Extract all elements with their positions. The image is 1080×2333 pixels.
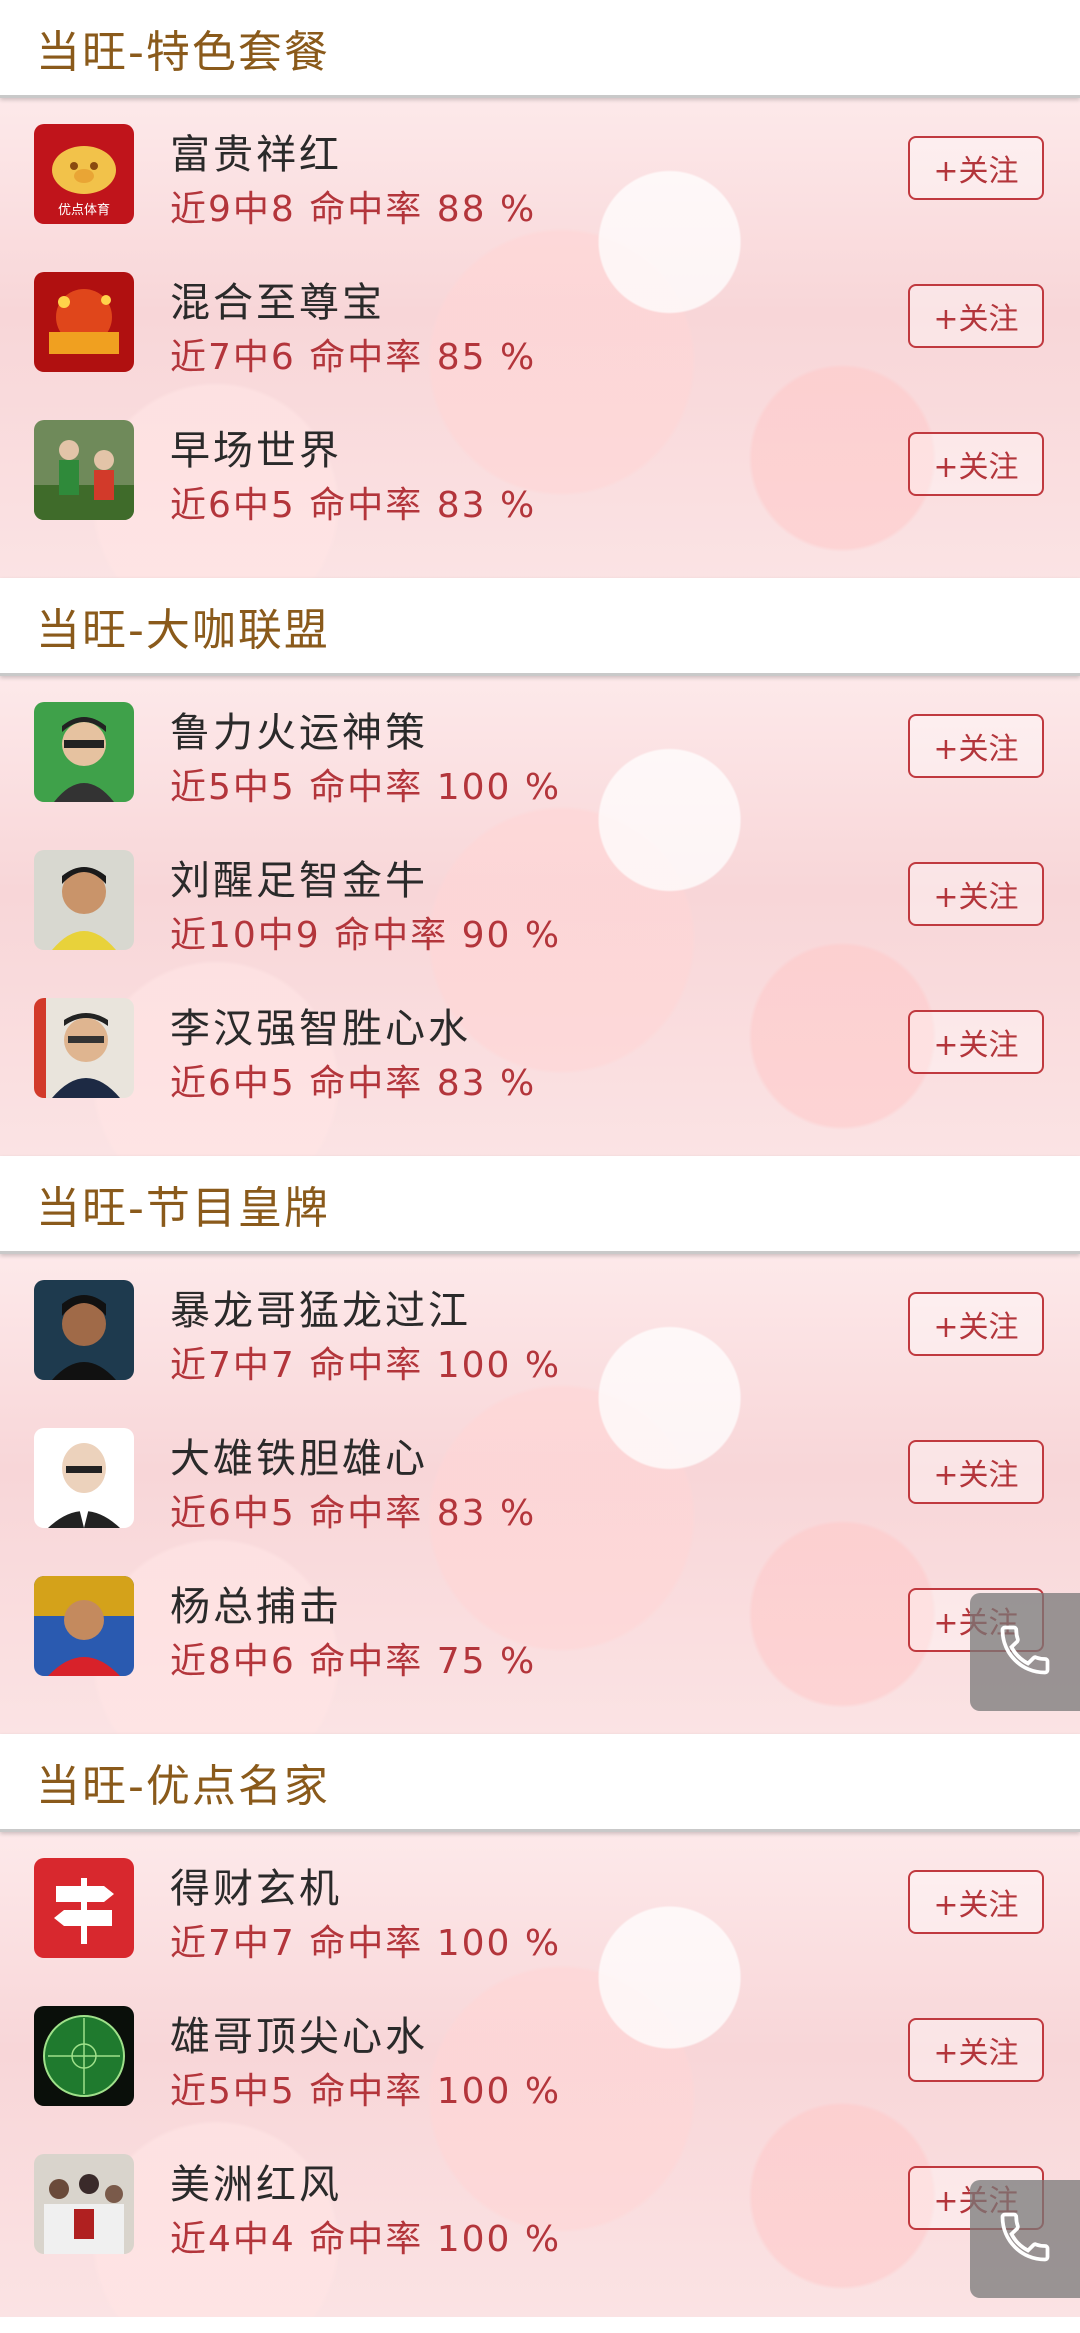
section-list: 得财玄机 近7中7 命中率 100 % +关注 雄哥顶尖心水 近5中5 命中率 … [0,1832,1080,2317]
list-item[interactable]: 混合至尊宝 近7中6 命中率 85 % +关注 [0,246,1080,394]
hit-rate: 近10中9 命中率 90 % [170,915,562,956]
hit-rate: 近7中7 命中率 100 % [170,1923,562,1964]
expert-name: 混合至尊宝 [170,280,385,326]
section-featured: 当旺-特色套餐 优点体育 富贵祥红 近9中8 命中率 88 % +关注 混合至尊… [0,0,1080,578]
section-title: 当旺-节目皇牌 [36,1182,330,1234]
follow-button[interactable]: +关注 [908,2018,1044,2082]
list-item[interactable]: 大雄铁胆雄心 近6中5 命中率 83 % +关注 [0,1402,1080,1550]
section-title: 当旺-特色套餐 [36,26,330,78]
phone-icon [995,2207,1055,2271]
list-item[interactable]: 刘醒足智金牛 近10中9 命中率 90 % +关注 [0,824,1080,972]
man-dark-photo-icon [34,1280,134,1380]
section-shows: 当旺-节目皇牌 暴龙哥猛龙过江 近7中7 命中率 100 % +关注 大雄铁胆雄… [0,1156,1080,1734]
hit-rate: 近6中5 命中率 83 % [170,1063,537,1104]
follow-button[interactable]: +关注 [908,1870,1044,1934]
section-header: 当旺-优点名家 [0,1734,1080,1832]
expert-name: 刘醒足智金牛 [170,858,428,904]
section-list: 暴龙哥猛龙过江 近7中7 命中率 100 % +关注 大雄铁胆雄心 近6中5 命… [0,1254,1080,1734]
list-item[interactable]: 雄哥顶尖心水 近5中5 命中率 100 % +关注 [0,1980,1080,2128]
phone-call-button[interactable] [970,1593,1080,1711]
list-item[interactable]: 李汉强智胜心水 近6中5 命中率 83 % +关注 [0,972,1080,1120]
hit-rate: 近6中5 命中率 83 % [170,1493,537,1534]
follow-button[interactable]: +关注 [908,1010,1044,1074]
follow-button[interactable]: +关注 [908,1292,1044,1356]
follow-button[interactable]: +关注 [908,1440,1044,1504]
section-title: 当旺-优点名家 [36,1760,330,1812]
follow-button[interactable]: +关注 [908,714,1044,778]
section-header: 当旺-节目皇牌 [0,1156,1080,1254]
hit-rate: 近9中8 命中率 88 % [170,189,537,230]
follow-button[interactable]: +关注 [908,284,1044,348]
man-red-jersey-photo-icon [34,1576,134,1676]
expert-name: 早场世界 [170,428,342,474]
hit-rate: 近7中7 命中率 100 % [170,1345,562,1386]
expert-name: 大雄铁胆雄心 [170,1436,428,1482]
crowd-photo-icon [34,2154,134,2254]
section-list: 优点体育 富贵祥红 近9中8 命中率 88 % +关注 混合至尊宝 近7中6 命… [0,98,1080,578]
signpost-icon [34,1858,134,1958]
list-item[interactable]: 美洲红风 近4中4 命中率 100 % +关注 [0,2128,1080,2276]
phone-icon [995,1620,1055,1684]
section-header: 当旺-特色套餐 [0,0,1080,98]
man-photo-icon [34,850,134,950]
section-list: 鲁力火运神策 近5中5 命中率 100 % +关注 刘醒足智金牛 近10中9 命… [0,676,1080,1156]
goalkeeper-photo-icon [34,420,134,520]
phone-call-button[interactable] [970,2180,1080,2298]
expert-name: 暴龙哥猛龙过江 [170,1288,471,1334]
expert-name: 美洲红风 [170,2162,342,2208]
man-glasses-photo-icon [34,702,134,802]
list-item[interactable]: 早场世界 近6中5 命中率 83 % +关注 [0,394,1080,542]
section-header: 当旺-大咖联盟 [0,578,1080,676]
expert-name: 鲁力火运神策 [170,710,428,756]
app-root: 当旺-特色套餐 优点体育 富贵祥红 近9中8 命中率 88 % +关注 混合至尊… [0,0,1080,2333]
man-suit-photo-icon [34,998,134,1098]
list-item[interactable]: 优点体育 富贵祥红 近9中8 命中率 88 % +关注 [0,98,1080,246]
green-ball-icon [34,2006,134,2106]
pig-logo-icon: 优点体育 [34,124,134,224]
list-item[interactable]: 得财玄机 近7中7 命中率 100 % +关注 [0,1832,1080,1980]
follow-button[interactable]: +关注 [908,432,1044,496]
list-item[interactable]: 鲁力火运神策 近5中5 命中率 100 % +关注 [0,676,1080,824]
svg-text:优点体育: 优点体育 [58,202,110,218]
hit-rate: 近5中5 命中率 100 % [170,767,562,808]
festive-photo-icon [34,272,134,372]
section-celebrity: 当旺-大咖联盟 鲁力火运神策 近5中5 命中率 100 % +关注 刘醒足智金牛… [0,578,1080,1156]
hit-rate: 近4中4 命中率 100 % [170,2219,562,2260]
expert-name: 得财玄机 [170,1866,342,1912]
hit-rate: 近7中6 命中率 85 % [170,337,537,378]
hit-rate: 近5中5 命中率 100 % [170,2071,562,2112]
hit-rate: 近6中5 命中率 83 % [170,485,537,526]
section-masters: 当旺-优点名家 得财玄机 近7中7 命中率 100 % +关注 雄哥顶尖心水 近… [0,1734,1080,2317]
bald-man-photo-icon [34,1428,134,1528]
list-item[interactable]: 杨总捕击 近8中6 命中率 75 % +关注 [0,1550,1080,1698]
follow-button[interactable]: +关注 [908,136,1044,200]
follow-button[interactable]: +关注 [908,862,1044,926]
expert-name: 杨总捕击 [170,1584,342,1630]
expert-name: 李汉强智胜心水 [170,1006,471,1052]
expert-name: 富贵祥红 [170,132,342,178]
hit-rate: 近8中6 命中率 75 % [170,1641,537,1682]
section-title: 当旺-大咖联盟 [36,604,330,656]
list-item[interactable]: 暴龙哥猛龙过江 近7中7 命中率 100 % +关注 [0,1254,1080,1402]
expert-name: 雄哥顶尖心水 [170,2014,428,2060]
